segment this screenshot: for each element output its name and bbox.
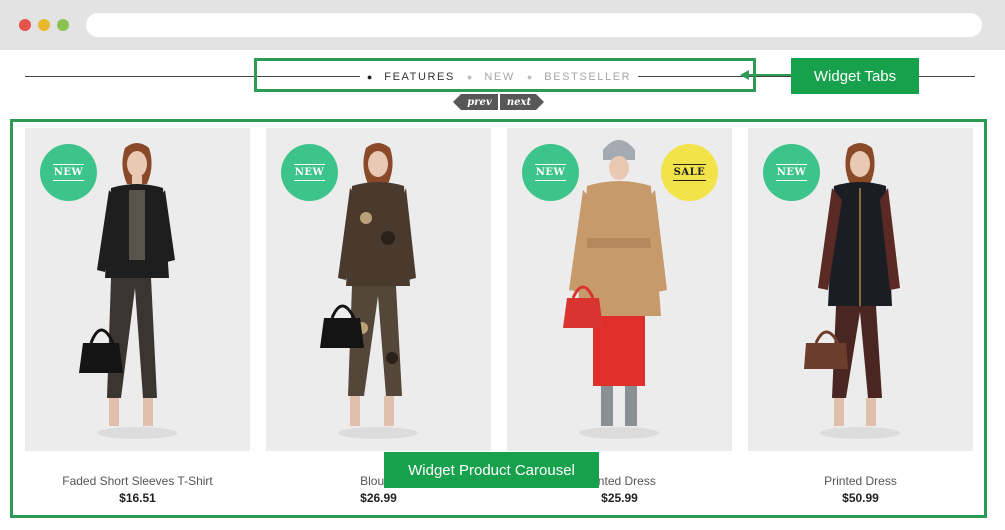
product-image[interactable]: NEW xyxy=(266,128,491,451)
new-badge: NEW xyxy=(522,144,579,201)
product-price: $26.99 xyxy=(360,491,397,505)
maximize-window-icon[interactable] xyxy=(57,19,69,31)
widget-product-carousel-callout: Widget Product Carousel xyxy=(384,452,599,488)
product-card[interactable]: NEW Blouse $26.99 xyxy=(266,128,491,505)
product-price: $16.51 xyxy=(119,491,156,505)
product-name[interactable]: Faded Short Sleeves T-Shirt xyxy=(25,474,250,488)
product-card[interactable]: NEW SALE Printed Dress $25.99 xyxy=(507,128,732,505)
tabs-highlight-box xyxy=(254,58,756,92)
product-name[interactable]: Printed Dress xyxy=(748,474,973,488)
minimize-window-icon[interactable] xyxy=(38,19,50,31)
new-badge: NEW xyxy=(763,144,820,201)
product-card[interactable]: NEW Printed Dress $50.99 xyxy=(748,128,973,505)
product-price: $50.99 xyxy=(842,491,879,505)
close-window-icon[interactable] xyxy=(19,19,31,31)
widget-tabs-callout: Widget Tabs xyxy=(791,58,919,94)
new-badge: NEW xyxy=(281,144,338,201)
product-image[interactable]: NEW xyxy=(748,128,973,451)
sale-badge: SALE xyxy=(661,144,718,201)
new-badge: NEW xyxy=(40,144,97,201)
product-image[interactable]: NEW SALE xyxy=(507,128,732,451)
callout-arrow-line xyxy=(748,74,791,76)
product-card[interactable]: NEW Faded Short Sleeves T-Shirt $16.51 xyxy=(25,128,250,505)
carousel-pager: prev next xyxy=(453,94,544,110)
product-image[interactable]: NEW xyxy=(25,128,250,451)
browser-chrome xyxy=(0,0,1005,50)
address-bar[interactable] xyxy=(86,13,982,37)
prev-button[interactable]: prev xyxy=(453,94,498,110)
next-button[interactable]: next xyxy=(500,94,544,110)
arrow-left-icon xyxy=(740,70,749,80)
product-price: $25.99 xyxy=(601,491,638,505)
